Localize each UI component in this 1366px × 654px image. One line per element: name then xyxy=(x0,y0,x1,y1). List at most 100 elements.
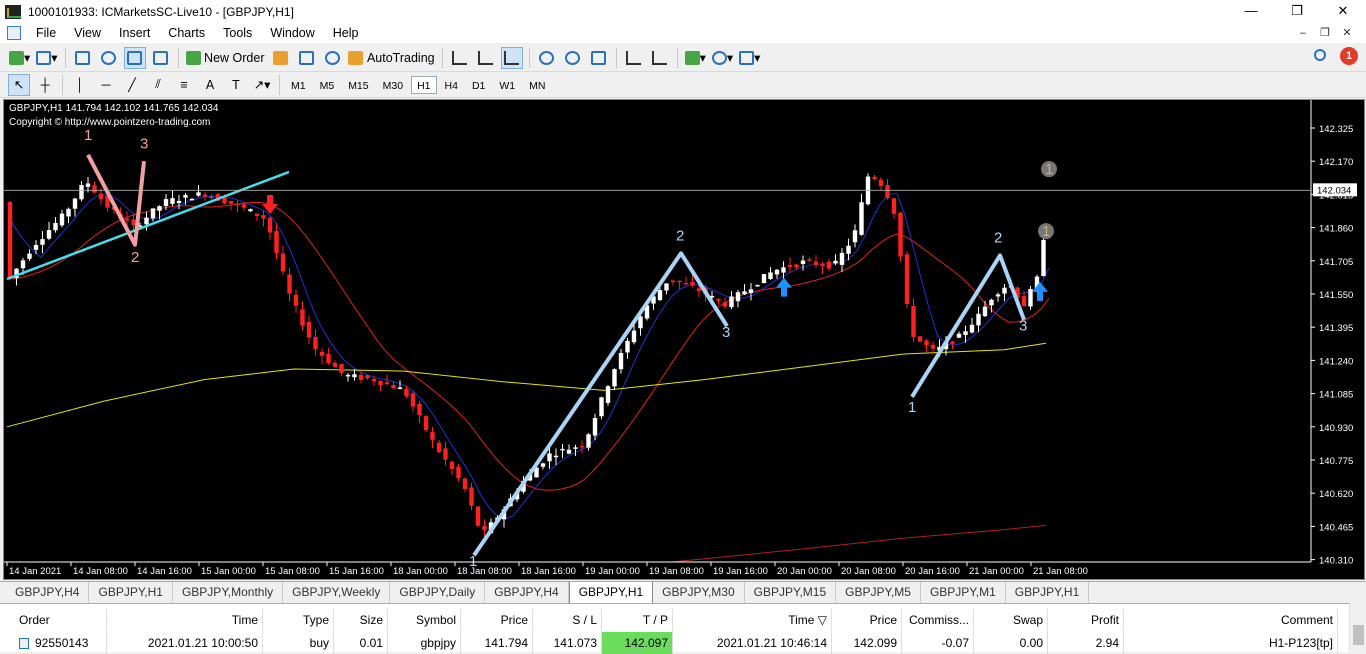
scrollbar-thumb[interactable] xyxy=(1353,625,1364,645)
metaeditor-button[interactable] xyxy=(269,47,291,69)
minimize-button[interactable]: — xyxy=(1228,0,1274,23)
timeframe-d1[interactable]: D1 xyxy=(466,76,491,94)
bear-candle xyxy=(683,283,689,285)
col-order[interactable]: Order xyxy=(15,609,107,631)
search-icon[interactable] xyxy=(1314,49,1326,61)
menu-file[interactable]: File xyxy=(27,26,65,40)
market-watch-button[interactable] xyxy=(72,47,94,69)
bar-chart-button[interactable] xyxy=(449,47,471,69)
tab-gbpjpy-m30[interactable]: GBPJPY,M30 xyxy=(653,582,745,603)
col-tp[interactable]: T / P xyxy=(602,609,673,631)
fibonacci-button[interactable]: ≡ xyxy=(173,74,195,96)
tile-windows-button[interactable] xyxy=(588,47,610,69)
menu-charts[interactable]: Charts xyxy=(159,26,214,40)
col-close-time[interactable]: Time ▽ xyxy=(673,609,832,631)
tab-gbpjpy-m15[interactable]: GBPJPY,M15 xyxy=(745,582,837,603)
line-chart-button[interactable] xyxy=(500,46,523,69)
time-tick-label: 14 Jan 08:00 xyxy=(73,566,128,577)
data-window-button[interactable] xyxy=(98,47,120,69)
timeframe-w1[interactable]: W1 xyxy=(493,76,521,94)
tab-gbpjpy-h1-active[interactable]: GBPJPY,H1 xyxy=(568,582,654,604)
col-open-time[interactable]: Time xyxy=(107,609,263,631)
col-size[interactable]: Size xyxy=(334,609,388,631)
notification-badge[interactable]: 1 xyxy=(1340,47,1358,65)
tab-gbpjpy-m1[interactable]: GBPJPY,M1 xyxy=(921,582,1006,603)
profiles-button[interactable]: ▾ xyxy=(35,47,58,69)
wave-label: 1 xyxy=(1042,223,1050,240)
tab-gbpjpy-h1[interactable]: GBPJPY,H1 xyxy=(89,582,173,603)
tab-gbpjpy-m5[interactable]: GBPJPY,M5 xyxy=(836,582,921,603)
tab-gbpjpy-h4[interactable]: GBPJPY,H4 xyxy=(6,582,90,603)
menu-help[interactable]: Help xyxy=(324,26,368,40)
mdi-close-button[interactable]: ✕ xyxy=(1336,23,1358,43)
autotrading-button[interactable]: AutoTrading xyxy=(347,47,435,69)
new-order-button[interactable]: New Order xyxy=(185,47,266,69)
col-swap[interactable]: Swap xyxy=(974,609,1048,631)
tab-gbpjpy-monthly[interactable]: GBPJPY,Monthly xyxy=(173,582,284,603)
menu-insert[interactable]: Insert xyxy=(110,26,159,40)
chart-window-icon[interactable] xyxy=(7,26,21,40)
wave-label: 3 xyxy=(722,324,730,341)
indicators-button[interactable]: ▾ xyxy=(684,47,707,69)
col-commission[interactable]: Commiss... xyxy=(902,609,974,631)
col-profit[interactable]: Profit xyxy=(1048,609,1124,631)
time-tick-label: 14 Jan 2021 xyxy=(9,566,61,577)
menu-window[interactable]: Window xyxy=(261,26,323,40)
navigator-button[interactable] xyxy=(123,46,146,69)
tab-gbpjpy-h1-2[interactable]: GBPJPY,H1 xyxy=(1006,582,1090,603)
mdi-restore-button[interactable]: ❐ xyxy=(1314,23,1336,43)
candlestick-button[interactable] xyxy=(475,47,497,69)
timeframe-mn[interactable]: MN xyxy=(523,76,551,94)
bear-candle xyxy=(917,336,923,342)
signals-button[interactable] xyxy=(295,47,317,69)
text-tool-button[interactable]: A xyxy=(199,74,221,96)
crosshair-tool-button[interactable]: ┼ xyxy=(34,74,56,96)
timeframe-m5[interactable]: M5 xyxy=(314,76,341,94)
col-sl[interactable]: S / L xyxy=(533,609,602,631)
new-chart-button[interactable]: ▾ xyxy=(8,47,31,69)
horizontal-line-button[interactable]: ─ xyxy=(95,74,117,96)
terminal-scrollbar[interactable] xyxy=(1349,603,1366,652)
periods-button[interactable]: ▾ xyxy=(711,47,734,69)
menu-tools[interactable]: Tools xyxy=(214,26,261,40)
mdi-minimize-button[interactable]: – xyxy=(1292,23,1314,43)
bear-candle xyxy=(820,264,825,267)
market-button[interactable] xyxy=(321,47,343,69)
autoscroll-button[interactable] xyxy=(623,47,645,69)
tab-gbpjpy-daily[interactable]: GBPJPY,Daily xyxy=(390,582,486,603)
table-row[interactable]: 92550143 2021.01.21 10:00:50 buy 0.01 gb… xyxy=(15,632,1338,654)
bull-candle xyxy=(1041,239,1046,276)
timeframe-h4[interactable]: H4 xyxy=(439,76,464,94)
bear-candle xyxy=(241,204,247,208)
timeframe-m15[interactable]: M15 xyxy=(342,76,374,94)
bear-candle xyxy=(261,215,266,219)
terminal-button[interactable] xyxy=(150,47,172,69)
equidistant-channel-button[interactable]: ⫽ xyxy=(147,74,169,96)
zoom-in-button[interactable] xyxy=(536,47,558,69)
tab-gbpjpy-weekly[interactable]: GBPJPY,Weekly xyxy=(283,582,391,603)
col-comment[interactable]: Comment xyxy=(1124,609,1338,631)
timeframe-h1[interactable]: H1 xyxy=(411,75,437,94)
templates-button[interactable]: ▾ xyxy=(738,47,761,69)
maximize-button[interactable]: ❐ xyxy=(1274,0,1320,23)
bear-candle xyxy=(235,203,240,206)
menu-view[interactable]: View xyxy=(65,26,110,40)
zoom-out-button[interactable] xyxy=(562,47,584,69)
col-open-price[interactable]: Price xyxy=(461,609,533,631)
trendline-button[interactable]: ╱ xyxy=(121,74,143,96)
tab-gbpjpy-h4-2[interactable]: GBPJPY,H4 xyxy=(485,582,569,603)
col-close-price[interactable]: Price xyxy=(832,609,902,631)
col-symbol[interactable]: Symbol xyxy=(388,609,461,631)
timeframe-m1[interactable]: M1 xyxy=(285,76,312,94)
vertical-line-button[interactable]: │ xyxy=(69,74,91,96)
text-label-button[interactable]: T xyxy=(225,74,247,96)
bear-candle xyxy=(313,336,318,350)
chart-area[interactable]: 12312312311 142.325142.170142.015141.860… xyxy=(3,99,1365,580)
timeframe-m30[interactable]: M30 xyxy=(377,76,409,94)
col-type[interactable]: Type xyxy=(263,609,334,631)
close-button[interactable]: ✕ xyxy=(1320,0,1366,23)
arrows-button[interactable]: ↗▾ xyxy=(251,74,273,96)
cursor-tool-button[interactable]: ↖ xyxy=(8,73,30,96)
chart-shift-button[interactable] xyxy=(649,47,671,69)
chart-canvas[interactable]: 12312312311 142.325142.170142.015141.860… xyxy=(4,100,1364,579)
